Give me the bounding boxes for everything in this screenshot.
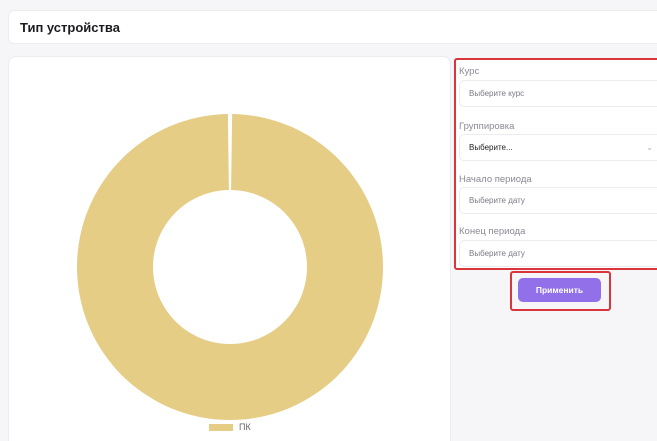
chart-card: ПК [8,56,451,441]
legend-label: ПК [239,422,251,432]
period-end-label: Конец периода [459,226,526,237]
apply-button[interactable]: Применить [518,278,601,302]
period-start-label: Начало периода [459,174,532,185]
chevron-down-icon: ⌄ [646,143,653,152]
period-end-input[interactable]: Выберите дату [459,240,657,267]
title-card: Тип устройства [8,10,657,44]
period-start-input[interactable]: Выберите дату [459,187,657,214]
grouping-select[interactable]: Выберите... ⌄ [459,134,657,161]
legend-swatch [209,423,233,431]
course-input[interactable]: Выберите курс [459,80,657,107]
grouping-label: Группировка [459,121,515,132]
filters-panel: Курс Выберите курс Группировка Выберите.… [454,58,657,270]
course-label: Курс [459,66,480,77]
donut-chart [76,114,383,420]
chart-legend: ПК [209,422,251,432]
pie-slice-ПК[interactable] [76,114,383,420]
apply-highlight: Применить [510,271,611,311]
page-title: Тип устройства [20,19,120,35]
grouping-value: Выберите... [469,143,513,152]
